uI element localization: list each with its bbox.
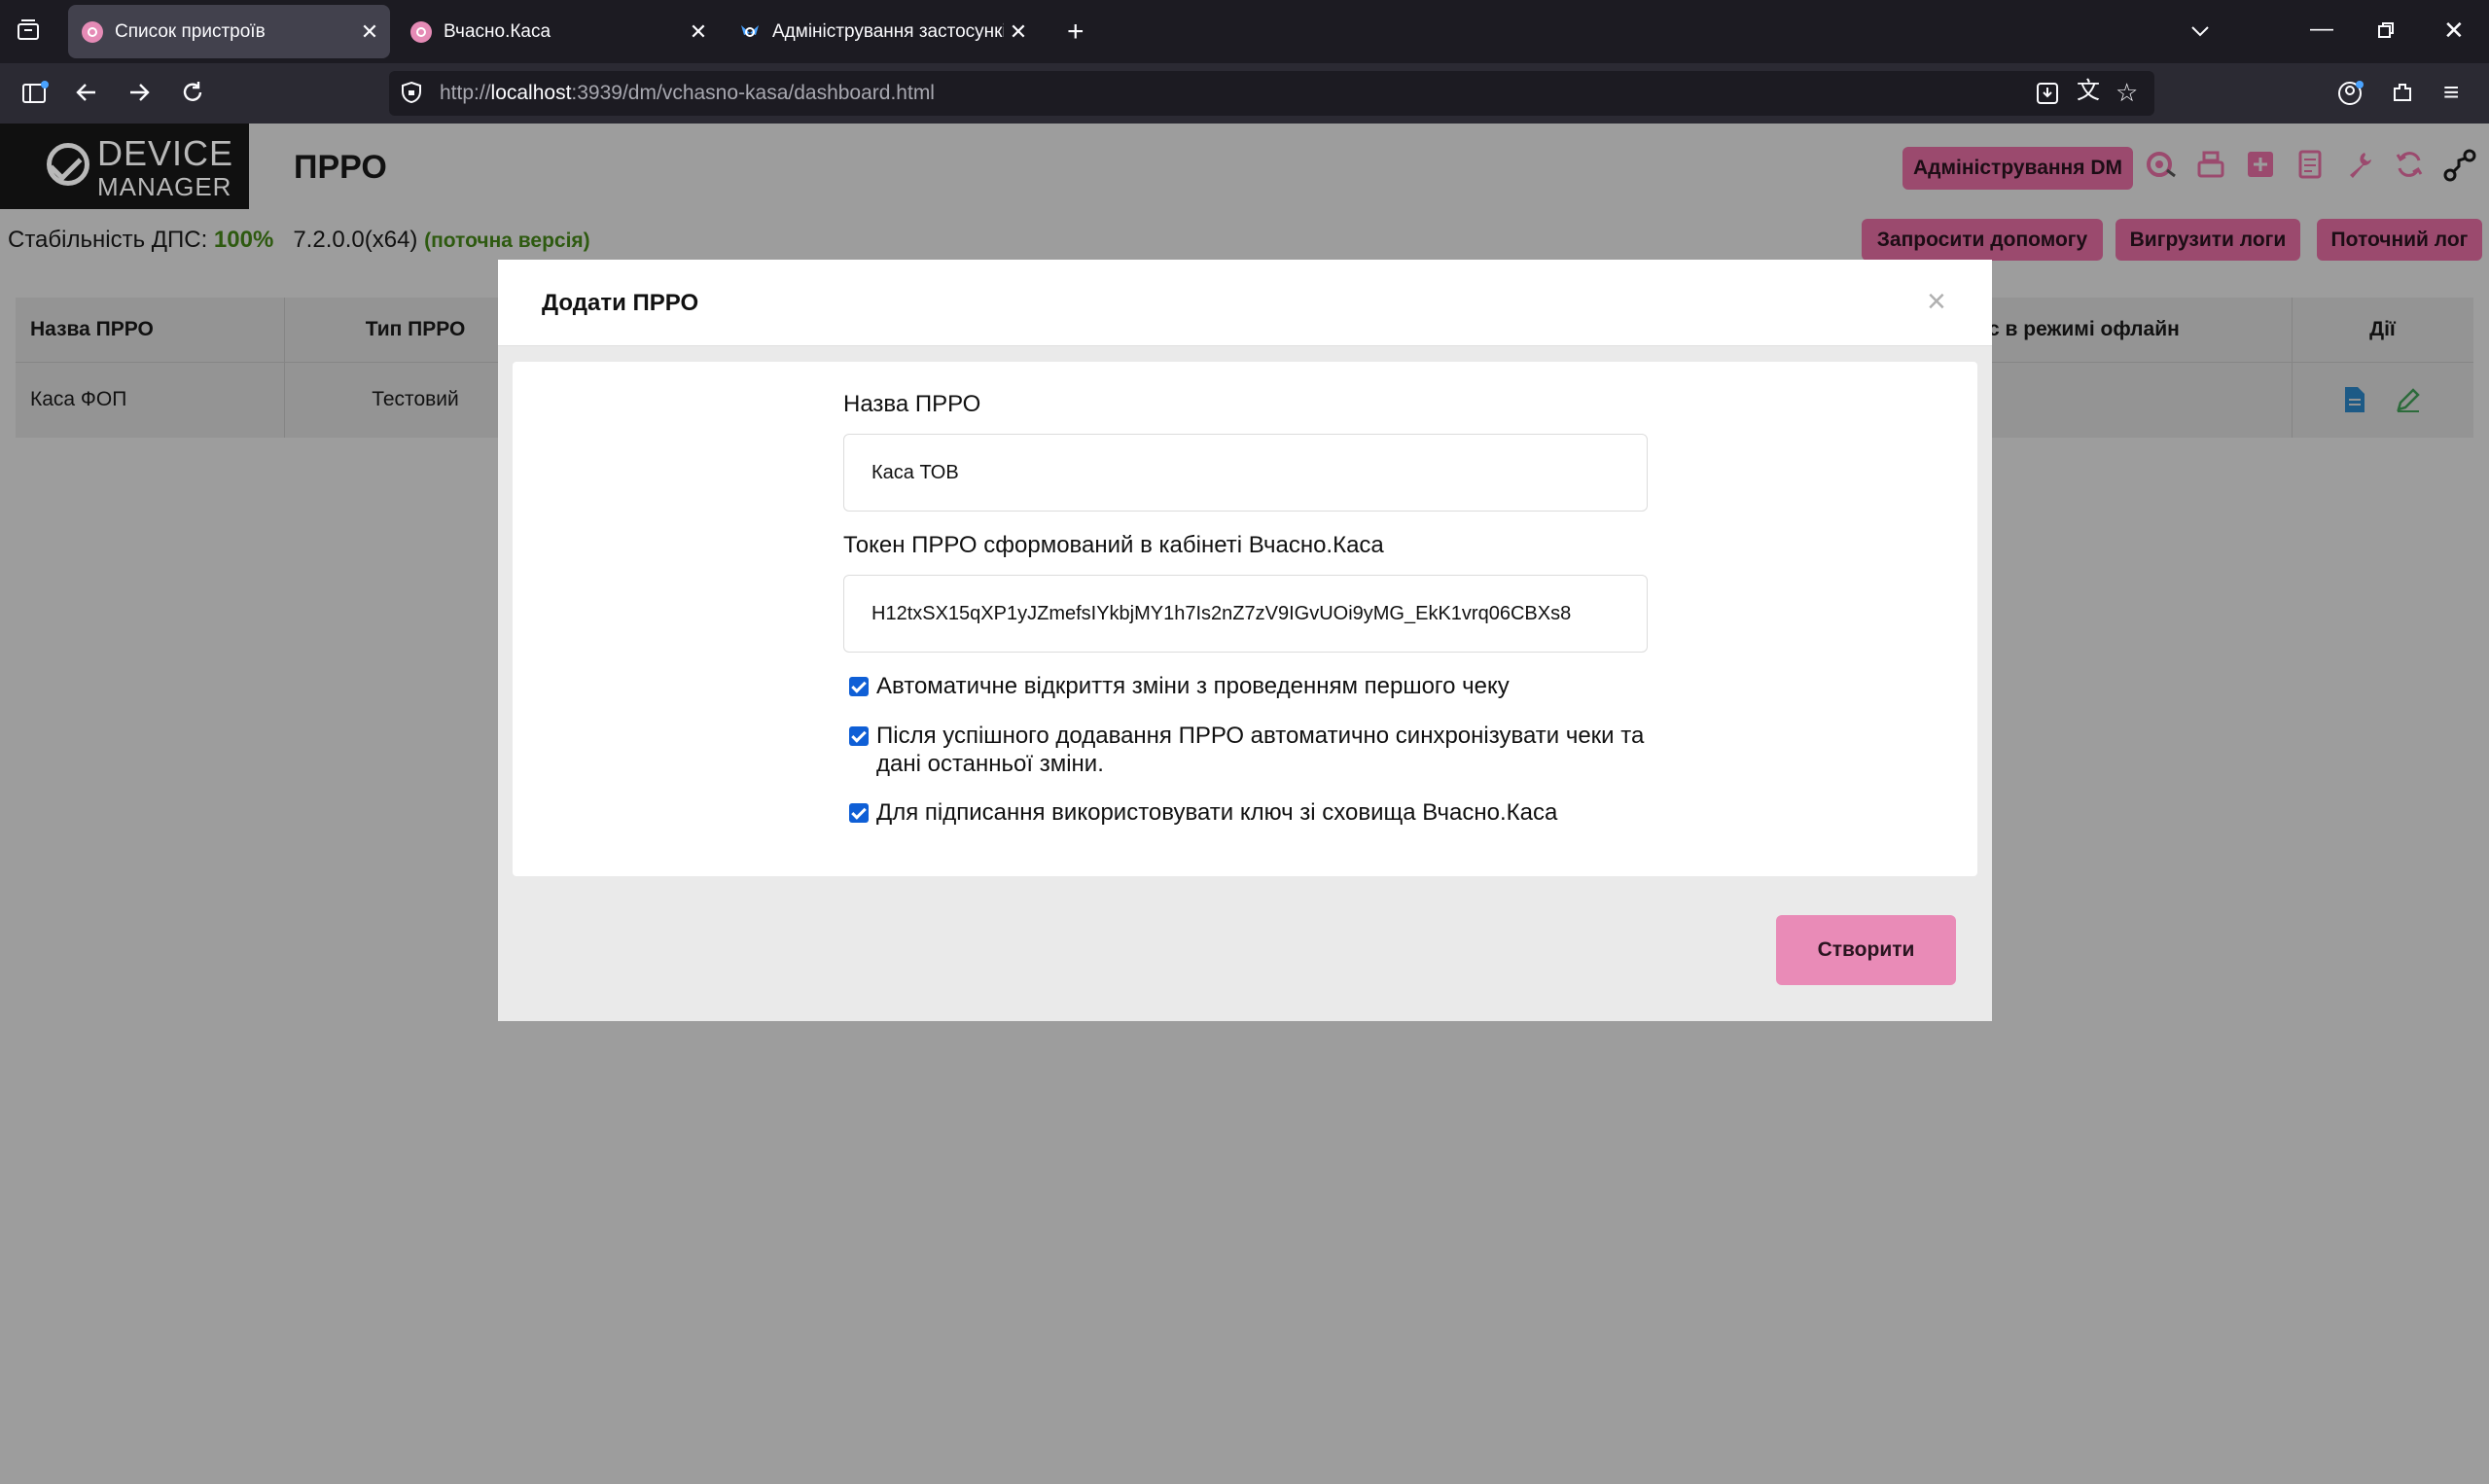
sidebar-icon[interactable] — [21, 81, 49, 110]
url-host: localhost — [490, 82, 572, 104]
tab-overview-icon[interactable] — [16, 18, 41, 47]
request-help-button[interactable]: Запросити допомогу — [1862, 219, 2103, 261]
dps-status: Стабільність ДПС: 100% 7.2.0.0(x64) (пот… — [8, 227, 590, 254]
add-icon[interactable] — [2245, 149, 2276, 180]
account-icon[interactable] — [2337, 80, 2365, 111]
bookmark-star-icon[interactable]: ☆ — [2116, 80, 2138, 105]
back-icon[interactable] — [74, 80, 99, 109]
app-menu-icon[interactable]: ≡ — [2443, 79, 2459, 106]
close-window-icon[interactable]: ✕ — [2443, 18, 2465, 43]
dps-status-value: 100% — [213, 227, 274, 253]
extensions-icon[interactable] — [2390, 80, 2415, 109]
url-path: :3939/dm/vchasno-kasa/dashboard.html — [571, 82, 935, 104]
site-info-shield-icon[interactable] — [401, 81, 422, 104]
tab-title: Список пристроїв — [115, 20, 266, 42]
auto-open-shift-option[interactable]: Автоматичне відкриття зміни з проведення… — [849, 672, 1654, 700]
create-button[interactable]: Створити — [1776, 915, 1956, 985]
tab-title: Вчасно.Каса — [444, 20, 551, 42]
checkbox-label: Після успішного додавання ПРРО автоматич… — [876, 723, 1645, 777]
auto-sync-checkbox[interactable] — [849, 726, 869, 746]
close-tab-icon[interactable]: ✕ — [684, 19, 713, 45]
token-input[interactable] — [843, 575, 1648, 653]
list-all-tabs-icon[interactable] — [2188, 19, 2212, 47]
wrench-icon[interactable] — [2344, 149, 2375, 180]
vchasno-connect-icon[interactable] — [2146, 149, 2177, 180]
column-header-offline[interactable]: с в режимі офлайн — [1988, 298, 2180, 362]
install-app-icon[interactable] — [2035, 81, 2060, 110]
tab-title: Адміністрування застосунків | — [772, 20, 1004, 42]
logo-text-line2: MANAGER — [97, 172, 232, 201]
tab-device-list[interactable]: Список пристроїв ✕ — [68, 5, 390, 58]
connection-icon[interactable] — [2443, 149, 2476, 182]
browser-tab-bar: Список пристроїв ✕ Вчасно.Каса ✕ Адмініс… — [0, 0, 2489, 63]
modal-body: Назва ПРРО Токен ПРРО сформований в кабі… — [513, 362, 1977, 876]
url-scheme: http:// — [440, 82, 491, 104]
vchasno-favicon-icon — [82, 20, 103, 43]
url-text: http://localhost:3939/dm/vchasno-kasa/da… — [440, 82, 935, 105]
prro-name-input[interactable] — [843, 434, 1648, 512]
version-note: (поточна версія) — [424, 230, 590, 252]
reload-icon[interactable] — [180, 80, 205, 109]
restore-window-icon[interactable] — [2375, 19, 2397, 45]
admin-dm-button[interactable]: Адміністрування DM — [1902, 147, 2133, 190]
column-header-name[interactable]: Назва ПРРО — [30, 298, 154, 362]
checkbox-label: Автоматичне відкриття зміни з проведення… — [876, 673, 1510, 699]
close-icon[interactable]: × — [1927, 285, 1946, 318]
device-manager-logo: DEVICE MANAGER — [0, 124, 249, 209]
logo-text-line1: DEVICE — [97, 133, 234, 173]
modal-title: Додати ПРРО — [542, 290, 699, 316]
auto-open-shift-checkbox[interactable] — [849, 677, 869, 696]
version-number: 7.2.0.0(x64) — [293, 227, 418, 253]
sync-icon[interactable] — [2394, 149, 2425, 180]
use-storage-key-option[interactable]: Для підписання використовувати ключ зі с… — [849, 798, 1654, 827]
use-storage-key-checkbox[interactable] — [849, 803, 869, 823]
column-header-actions: Дії — [2369, 318, 2396, 340]
table-cell-name: Каса ФОП — [30, 388, 127, 410]
translate-icon[interactable]: 文 — [2077, 80, 2100, 103]
checkbox-label: Для підписання використовувати ключ зі с… — [876, 799, 1558, 826]
document-icon[interactable] — [2294, 149, 2326, 180]
forward-icon[interactable] — [126, 80, 152, 109]
add-prro-modal: Додати ПРРО × Назва ПРРО Токен ПРРО сфор… — [498, 260, 1992, 1021]
navigation-toolbar: http://localhost:3939/dm/vchasno-kasa/da… — [0, 63, 2489, 124]
page-title: ПРРО — [294, 149, 387, 186]
edit-pencil-icon[interactable] — [2395, 362, 2422, 438]
tab-app-admin[interactable]: Адміністрування застосунків | ✕ — [726, 5, 1039, 58]
export-logs-button[interactable]: Вигрузити логи — [2116, 219, 2300, 261]
butterfly-favicon-icon — [739, 21, 761, 43]
minimize-window-icon[interactable]: — — [2310, 18, 2333, 41]
token-label: Токен ПРРО сформований в кабінеті Вчасно… — [843, 532, 1384, 558]
modal-header: Додати ПРРО × — [498, 260, 1992, 346]
current-log-button[interactable]: Поточний лог — [2317, 219, 2482, 261]
close-tab-icon[interactable]: ✕ — [1004, 19, 1033, 45]
dps-status-label: Стабільність ДПС: — [8, 227, 208, 253]
vchasno-favicon-icon — [410, 20, 432, 43]
new-tab-icon[interactable]: + — [1067, 18, 1084, 47]
view-document-icon[interactable] — [2342, 362, 2367, 438]
prro-name-label: Назва ПРРО — [843, 391, 981, 417]
auto-sync-option[interactable]: Після успішного додавання ПРРО автоматич… — [849, 722, 1654, 778]
close-tab-icon[interactable]: ✕ — [355, 19, 384, 45]
address-bar[interactable]: http://localhost:3939/dm/vchasno-kasa/da… — [389, 71, 2154, 116]
tab-vchasno-kasa[interactable]: Вчасно.Каса ✕ — [397, 5, 719, 58]
cash-register-icon[interactable] — [2195, 149, 2226, 180]
